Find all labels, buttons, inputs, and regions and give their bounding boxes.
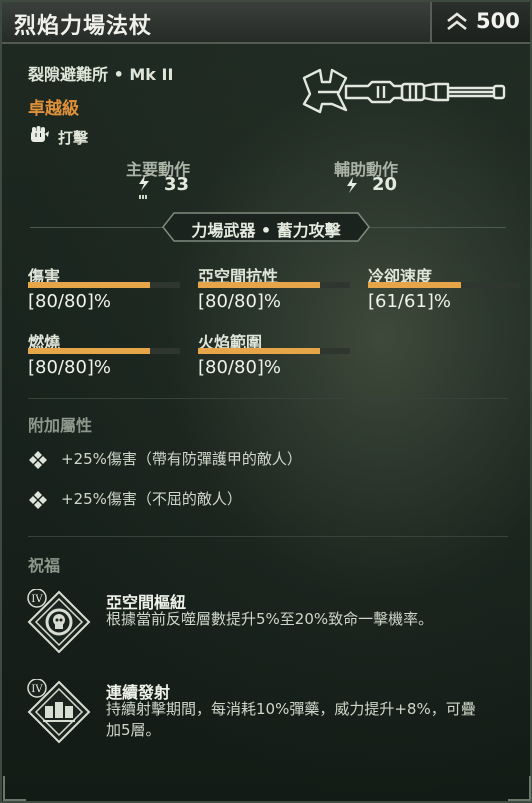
stat-bar-fill [28, 282, 150, 288]
stat-bar-fill [198, 282, 320, 288]
stat-bar-track [368, 282, 520, 288]
charge-ammo-icon [139, 175, 149, 199]
force-staff-illustration [302, 68, 506, 114]
weapon-keywords: 力場武器 • 蓄力攻擊 [191, 221, 341, 240]
stat-value: [80/80]% [28, 357, 112, 378]
blessing-description: 根據當前反噬層數提升5%至20%致命一擊機率。 [106, 610, 434, 628]
diamond-bullet-icon [29, 451, 47, 469]
fist-icon [31, 126, 49, 142]
stat-value: [80/80]% [198, 291, 282, 312]
skull-blessing-icon: IV [27, 589, 91, 654]
stat-bar-track [28, 282, 180, 288]
stat-flame-range: 火焰範圍 [80/80]% [198, 329, 358, 389]
stat-bar-track [198, 282, 350, 288]
blessing-row: IV 亞空間樞紐 根據當前反噬層數提升5%至20%致命一擊機率。 [26, 589, 506, 661]
chevron-rank-icon [447, 12, 467, 31]
blessing-row: IV 連續發射 持續射擊期間，每消耗10%彈藥，威力提升+8%，可疊加5層。 [26, 679, 506, 751]
blessing-tier: IV [31, 684, 43, 695]
charge-icon [347, 177, 357, 193]
stat-bar-track [28, 348, 180, 354]
primary-action-value: 33 [164, 174, 190, 195]
divider [28, 398, 508, 399]
modifiers-heading: 附加屬性 [28, 416, 93, 435]
modifier-text: +25%傷害（不屈的敵人） [61, 490, 242, 508]
item-name: 烈焰力場法杖 [14, 14, 153, 39]
secondary-action-value: 20 [372, 174, 398, 195]
corner-ornament [3, 776, 26, 801]
divider [28, 536, 508, 537]
stat-bar-track [198, 348, 350, 354]
diamond-bullet-icon [29, 491, 47, 509]
stat-cooldown-speed: 冷卻速度 [61/61]% [368, 263, 528, 323]
stat-value: [80/80]% [28, 291, 112, 312]
stat-bar-fill [28, 348, 150, 354]
item-rarity: 卓越級 [28, 99, 79, 119]
title-bar: 烈焰力場法杖 500 [2, 2, 530, 44]
blessing-tier: IV [31, 594, 43, 605]
power-value: 500 [476, 9, 520, 33]
stat-value: [61/61]% [368, 291, 452, 312]
stat-warp-resistance: 亞空間抗性 [80/80]% [198, 263, 358, 323]
weapon-keyword-banner: 力場武器 • 蓄力攻擊 [162, 212, 370, 242]
corner-ornament [508, 776, 531, 801]
stat-damage: 傷害 [80/80]% [28, 263, 188, 323]
blessing-description: 持續射擊期間，每消耗10%彈藥，威力提升+8%，可疊加5層。 [106, 700, 476, 739]
stat-burn: 燃燒 [80/80]% [28, 329, 188, 389]
item-tooltip-panel: 烈焰力場法杖 500 裂隙避難所 • Mk II 卓越級 打擊 主要動作 33 … [0, 0, 532, 803]
blessings-heading: 祝福 [28, 556, 61, 575]
power-rating: 500 [430, 2, 530, 42]
item-origin: 裂隙避難所 • Mk II [28, 65, 174, 84]
rapid-fire-blessing-icon: IV [27, 679, 91, 744]
modifier-text: +25%傷害（帶有防彈護甲的敵人） [61, 450, 302, 468]
stat-bar-fill [368, 282, 461, 288]
stat-bar-fill [198, 348, 320, 354]
damage-type-label: 打擊 [58, 129, 89, 147]
stat-value: [80/80]% [198, 357, 282, 378]
